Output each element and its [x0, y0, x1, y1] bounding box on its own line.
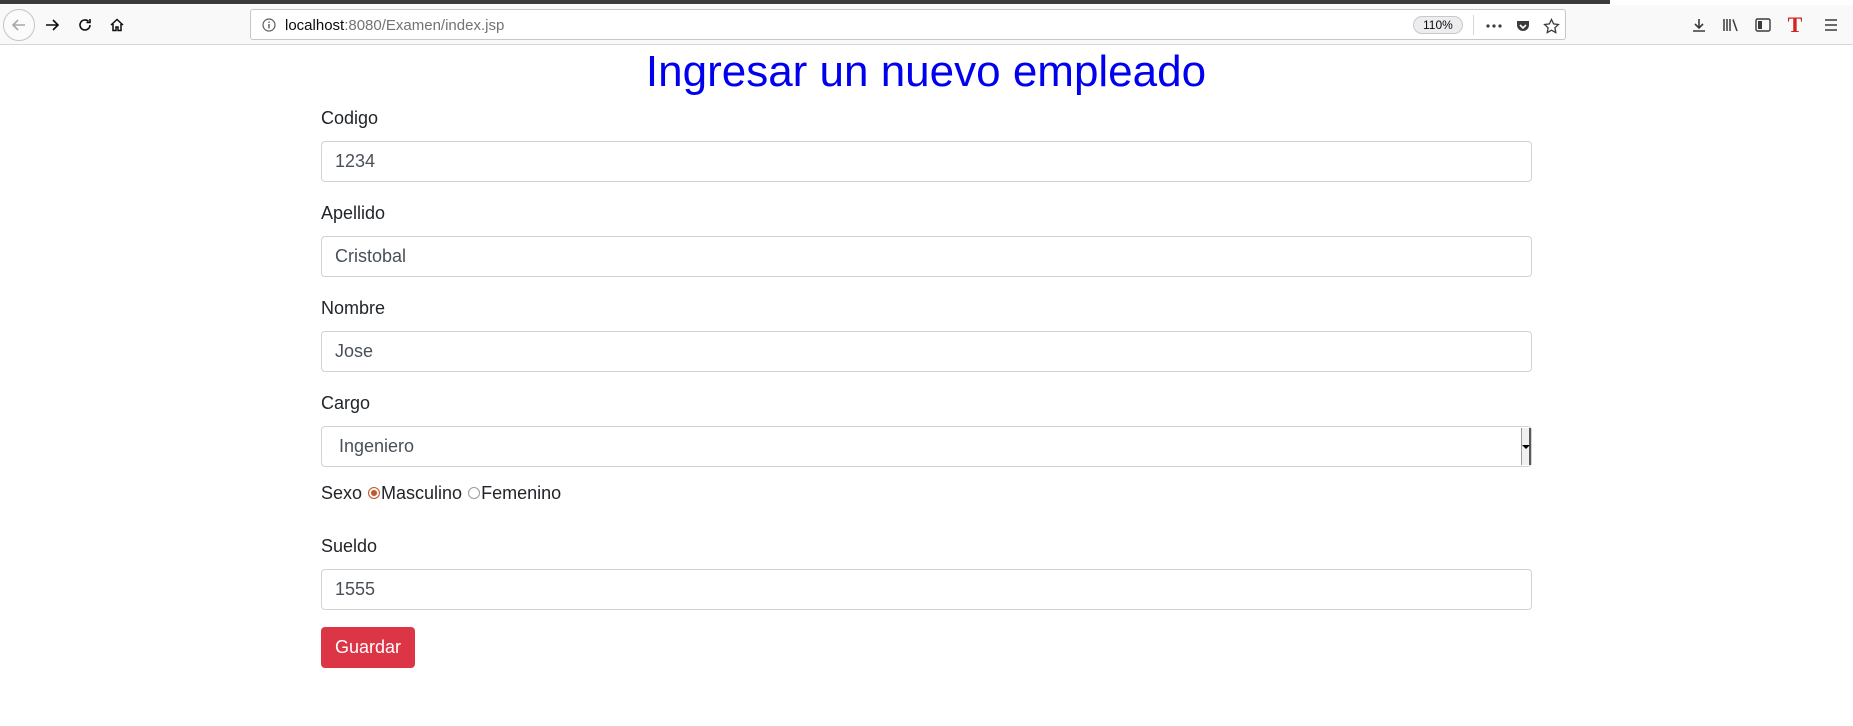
- nombre-label: Nombre: [321, 298, 386, 318]
- pocket-icon[interactable]: [1512, 15, 1534, 37]
- employee-form: Codigo 1234 Apellido Cristobal Nombre Jo…: [321, 106, 1532, 668]
- codigo-input[interactable]: 1234: [321, 141, 1532, 182]
- codigo-label: Codigo: [321, 108, 379, 128]
- url-path: :8080/Examen/index.jsp: [344, 17, 505, 34]
- dropdown-arrow-icon[interactable]: [1521, 428, 1531, 465]
- page-content: Ingresar un nuevo empleado Codigo 1234 A…: [0, 46, 1853, 726]
- cargo-selected-value: Ingeniero: [339, 436, 415, 456]
- apellido-input[interactable]: Cristobal: [321, 236, 1532, 277]
- radio-femenino[interactable]: [468, 487, 481, 499]
- page-title: Ingresar un nuevo empleado: [645, 47, 1207, 96]
- downloads-icon[interactable]: [1688, 14, 1710, 36]
- reload-icon: [79, 19, 91, 31]
- sexo-label: Sexo: [321, 483, 363, 503]
- arrow-left-icon: [11, 19, 25, 31]
- sueldo-input[interactable]: 1555: [321, 569, 1532, 610]
- url-bar[interactable]: localhost:8080/Examen/index.jsp 110%: [250, 9, 1566, 40]
- sueldo-label: Sueldo: [321, 536, 378, 556]
- home-button[interactable]: [101, 9, 133, 41]
- menu-icon[interactable]: [1820, 14, 1842, 36]
- forward-button[interactable]: [36, 9, 68, 41]
- page-actions-icon[interactable]: [1483, 15, 1505, 37]
- arrow-right-icon: [46, 19, 60, 31]
- nombre-input[interactable]: Jose: [321, 331, 1532, 372]
- library-icon[interactable]: [1720, 14, 1742, 36]
- radio-masculino[interactable]: [368, 487, 381, 499]
- cargo-label: Cargo: [321, 393, 371, 413]
- url-separator: [1473, 15, 1474, 35]
- browser-toolbar: localhost:8080/Examen/index.jsp 110% T: [0, 5, 1853, 45]
- guardar-button[interactable]: Guardar: [321, 627, 416, 668]
- url-text[interactable]: localhost:8080/Examen/index.jsp: [285, 17, 504, 34]
- apellido-label: Apellido: [321, 203, 386, 223]
- sexo-radio-group: Sexo Masculino Femenino: [321, 481, 1532, 505]
- info-icon[interactable]: [261, 17, 277, 33]
- cargo-select[interactable]: Ingeniero: [321, 426, 1532, 467]
- url-host: localhost: [285, 17, 345, 34]
- home-icon: [110, 18, 124, 32]
- back-button[interactable]: [3, 9, 35, 41]
- sidebar-icon[interactable]: [1752, 14, 1774, 36]
- radio-femenino-label[interactable]: Femenino: [481, 481, 561, 505]
- reload-button[interactable]: [69, 9, 101, 41]
- bookmark-star-icon[interactable]: [1540, 15, 1562, 37]
- radio-masculino-label[interactable]: Masculino: [381, 481, 462, 505]
- zoom-badge[interactable]: 110%: [1413, 16, 1463, 34]
- extension-t-icon[interactable]: T: [1784, 14, 1806, 36]
